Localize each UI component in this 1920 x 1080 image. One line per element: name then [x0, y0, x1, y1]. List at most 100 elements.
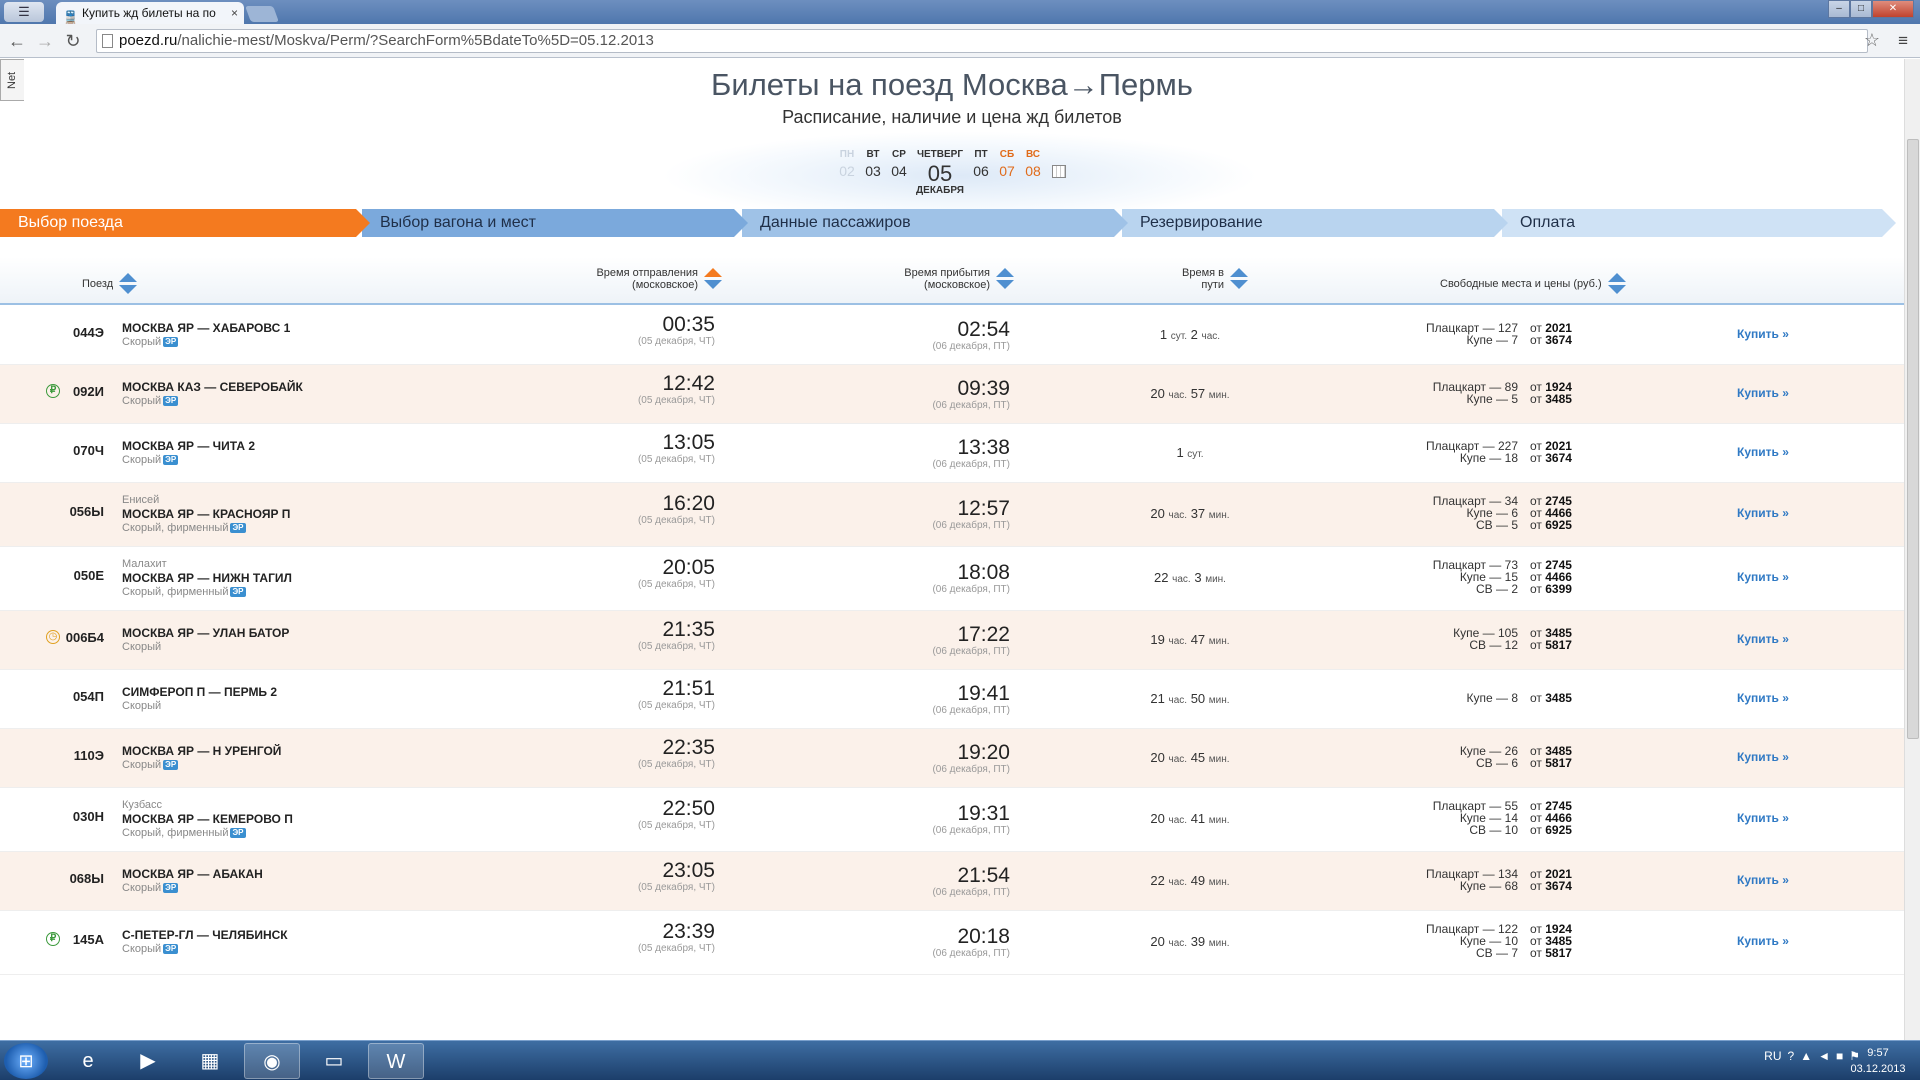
buy-button[interactable]: Купить »: [1737, 570, 1817, 584]
calendar-icon[interactable]: [1052, 149, 1070, 196]
train-route[interactable]: СИМФЕРОП П — ПЕРМЬ 2 Скорый: [122, 685, 482, 713]
start-button[interactable]: ⊞: [4, 1043, 48, 1079]
step-wagon[interactable]: Выбор вагона и мест: [362, 209, 748, 237]
travel-duration: 20 час. 37 мин.: [1150, 506, 1230, 521]
page-subtitle: Расписание, наличие и цена жд билетов: [782, 107, 1122, 127]
train-number: 054П: [72, 688, 104, 704]
minimize-button[interactable]: –: [1828, 0, 1850, 18]
reload-icon[interactable]: ↻: [62, 30, 84, 52]
arrival: 02:54 (06 декабря, ПТ): [860, 318, 1010, 353]
er-badge: ЭР: [163, 759, 179, 770]
back-icon[interactable]: ←: [6, 30, 28, 52]
explorer-folder-icon[interactable]: ▭: [306, 1043, 362, 1079]
bookmark-star-icon[interactable]: ☆: [1864, 30, 1880, 51]
day-sun[interactable]: ВС 08: [1020, 149, 1046, 196]
tab-close-icon[interactable]: ×: [231, 2, 238, 24]
seat-prices: Плацкарт — 89 от 1924 Купе — 5 от 3485: [1380, 381, 1580, 405]
sort-duration[interactable]: Время в пути: [1180, 267, 1248, 291]
sort-seats[interactable]: Свободные места и цены (руб.): [1440, 273, 1626, 295]
table-row: 050Е Малахит МОСКВА ЯР — НИЖН ТАГИЛ Скорый,…: [0, 547, 1904, 611]
media-player-icon[interactable]: ▶: [120, 1043, 176, 1079]
buy-button[interactable]: Купить »: [1737, 750, 1817, 764]
seat-class-row: Купе — 68 от 3674: [1459, 878, 1572, 893]
arrival-time: 17:22: [957, 622, 1010, 646]
browser-menu-icon[interactable]: ☰: [4, 2, 44, 22]
day-sat[interactable]: СБ 07: [994, 149, 1020, 196]
url-input[interactable]: poezd.ru/nalichie-mest/Moskva/Perm/?Sear…: [96, 29, 1868, 53]
calculator-icon[interactable]: ▦: [182, 1043, 238, 1079]
window-close-button[interactable]: ✕: [1872, 0, 1914, 18]
day-mon[interactable]: ПН 02: [834, 149, 860, 196]
sort-arrival[interactable]: Время прибытия (московское): [880, 267, 1014, 291]
train-route[interactable]: Малахит МОСКВА ЯР — НИЖН ТАГИЛ Скорый, фир…: [122, 558, 482, 599]
er-badge: ЭР: [163, 336, 179, 347]
train-type: Скорый: [122, 640, 162, 653]
browser-tab[interactable]: 🚆 Купить жд билеты на по ×: [56, 2, 244, 24]
day-selected[interactable]: ЧЕТВЕРГ 05 ДЕКАБРЯ: [912, 149, 968, 196]
buy-button[interactable]: Купить »: [1737, 873, 1817, 887]
buy-button[interactable]: Купить »: [1737, 445, 1817, 459]
seat-class-row: Купе — 18 от 3674: [1459, 450, 1572, 465]
arrival-date: (06 декабря, ПТ): [932, 763, 1010, 775]
train-route[interactable]: Кузбасс МОСКВА ЯР — КЕМЕРОВО П Скорый, фир…: [122, 799, 482, 840]
seat-class-row: Купе — 5 от 3485: [1466, 391, 1572, 406]
scroll-thumb[interactable]: [1907, 139, 1919, 739]
departure-date: (05 декабря, ЧТ): [637, 640, 715, 652]
antivirus-icon[interactable]: ■: [1836, 1049, 1843, 1063]
step-passengers[interactable]: Данные пассажиров: [742, 209, 1128, 237]
windows-taskbar: ⊞ e ▶ ▦ ◉ ▭ W RU ? ▲ ◄ ■ ⚑ 9:57 03.12.20…: [0, 1040, 1920, 1080]
train-route[interactable]: Енисей МОСКВА ЯР — КРАСНОЯР П Скорый, фирм…: [122, 494, 482, 535]
buy-button[interactable]: Купить »: [1737, 506, 1817, 520]
day-fri[interactable]: ПТ 06: [968, 149, 994, 196]
chrome-icon[interactable]: ◉: [244, 1043, 300, 1079]
travel-duration: 1 сут.: [1176, 444, 1204, 460]
step-payment[interactable]: Оплата: [1502, 209, 1896, 237]
train-route[interactable]: С-ПЕТЕР-ГЛ — ЧЕЛЯБИНСК Скорый ЭР: [122, 928, 482, 956]
maximize-button[interactable]: □: [1850, 0, 1872, 18]
route-name: СИМФЕРОП П — ПЕРМЬ 2: [122, 684, 278, 699]
arrival: 17:22 (06 декабря, ПТ): [860, 622, 1010, 658]
window-controls: – □ ✕: [1828, 0, 1914, 18]
buy-button[interactable]: Купить »: [1737, 327, 1817, 341]
train-route[interactable]: МОСКВА ЯР — ЧИТА 2 Скорый ЭР: [122, 439, 482, 467]
seat-prices: Плацкарт — 34 от 2745 Купе — 6 от 4466 СВ — …: [1380, 495, 1580, 531]
buy-button[interactable]: Купить »: [1737, 386, 1817, 400]
step-train[interactable]: Выбор поезда: [0, 209, 370, 237]
sort-train[interactable]: Поезд: [82, 273, 138, 295]
buy-button[interactable]: Купить »: [1737, 934, 1817, 948]
train-route[interactable]: МОСКВА ЯР — АБАКАН Скорый ЭР: [122, 867, 482, 895]
step-reservation[interactable]: Резервирование: [1122, 209, 1508, 237]
day-tue[interactable]: ВТ 03: [860, 149, 886, 196]
arrival-date: (06 декабря, ПТ): [932, 948, 1010, 959]
side-tab[interactable]: Net: [0, 59, 24, 101]
network-icon[interactable]: ▲: [1800, 1049, 1812, 1063]
train-route[interactable]: МОСКВА КАЗ — СЕВЕРОБАЙК Скорый ЭР: [122, 380, 482, 408]
departure-time: 16:20: [662, 492, 715, 515]
sort-departure[interactable]: Время отправления (московское): [566, 267, 722, 291]
ie-icon[interactable]: e: [60, 1043, 116, 1079]
train-number: 056Ы: [69, 504, 104, 519]
departure-date: (05 декабря, ЧТ): [637, 394, 715, 406]
help-icon[interactable]: ?: [1788, 1049, 1795, 1063]
train-route[interactable]: МОСКВА ЯР — ХАБАРОВС 1 Скорый ЭР: [122, 321, 482, 349]
forward-icon[interactable]: →: [34, 30, 56, 52]
day-wed[interactable]: СР 04: [886, 149, 912, 196]
new-tab-button[interactable]: [245, 6, 279, 22]
chrome-menu-icon[interactable]: ≡: [1898, 31, 1908, 51]
route-name: МОСКВА ЯР — УЛАН БАТОР: [122, 625, 290, 640]
arrival-date: (06 декабря, ПТ): [932, 886, 1010, 898]
sort-icon: [704, 268, 722, 290]
arrival-time: 21:54: [957, 863, 1010, 887]
seat-prices: Плацкарт — 73 от 2745 Купе — 15 от 4466 СВ —…: [1380, 559, 1580, 595]
buy-button[interactable]: Купить »: [1737, 632, 1817, 646]
vertical-scrollbar[interactable]: [1904, 59, 1920, 1040]
arrival-time: 12:57: [957, 497, 1010, 520]
volume-icon[interactable]: ◄: [1818, 1049, 1830, 1063]
train-route[interactable]: МОСКВА ЯР — УЛАН БАТОР Скорый: [122, 626, 482, 654]
buy-button[interactable]: Купить »: [1737, 691, 1817, 705]
language-indicator[interactable]: RU: [1764, 1049, 1781, 1063]
train-route[interactable]: МОСКВА ЯР — Н УРЕНГОЙ Скорый ЭР: [122, 744, 482, 772]
buy-button[interactable]: Купить »: [1737, 811, 1817, 825]
word-icon[interactable]: W: [368, 1043, 424, 1079]
clock[interactable]: 9:57 03.12.2013: [1848, 1045, 1908, 1077]
